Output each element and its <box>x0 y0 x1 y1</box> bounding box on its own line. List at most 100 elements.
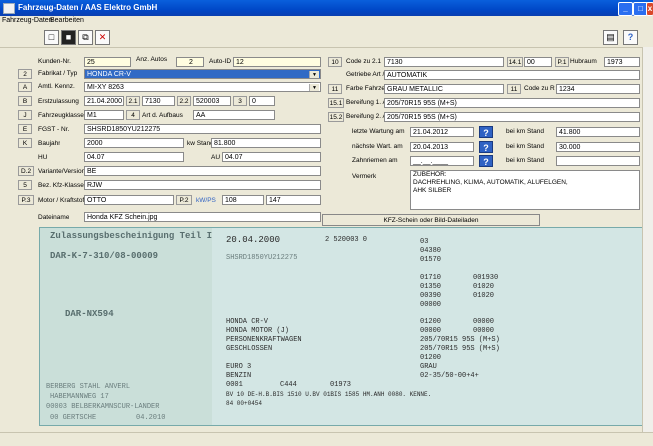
code-field[interactable]: 7130 <box>384 57 504 67</box>
dateiname-label: Dateiname <box>38 214 70 221</box>
field-number-k: K <box>18 138 32 148</box>
wartung-km-field[interactable]: 41.800 <box>556 127 640 137</box>
scan-model4: GESCHLOSSEN <box>226 345 273 353</box>
getriebe-field[interactable]: AUTOMATIK <box>384 70 640 80</box>
zahn-field[interactable]: __.__.____ <box>410 156 474 166</box>
amtl-label: Amtl. Kennz. <box>38 83 75 90</box>
scan-owner3: 00003 BELBERKAMNSCUR-LANDER <box>46 403 160 411</box>
menu-fahrzeug-daten[interactable]: Fahrzeug-Daten <box>2 17 53 24</box>
naechste-km-field[interactable]: 30.000 <box>556 142 640 152</box>
field-number-5: 5 <box>18 180 32 190</box>
scan-rc2-1: 01020 <box>473 283 495 291</box>
field-number-2-2: 2.2 <box>177 96 191 106</box>
scan-fuel: BENZIN <box>226 372 252 380</box>
wartung-help-icon[interactable]: ? <box>479 126 493 138</box>
zahn-km-field[interactable] <box>556 156 640 166</box>
scan-rc2-3: 00000 <box>473 318 495 326</box>
vehicle-registration-scan: Zulassungsbescheinigung Teil I DAR-K-7-3… <box>39 227 644 426</box>
naechste-field[interactable]: 20.04.2013 <box>410 142 474 152</box>
kwps-label: kW/PS <box>196 197 216 204</box>
variante-field[interactable]: BE <box>84 166 321 176</box>
chevron-down-icon[interactable]: ▼ <box>309 84 319 91</box>
scan-stamp: 04.2010 <box>136 414 166 422</box>
scan-ident: DAR-K-7-310/08-00009 <box>50 251 159 261</box>
minimize-button[interactable]: _ <box>618 2 633 16</box>
scan-model1: HONDA CR-V <box>226 318 269 326</box>
fgst-field[interactable]: SHSRD1850YU212275 <box>84 124 321 134</box>
help-icon[interactable]: ? <box>623 30 638 45</box>
scan-plate: DAR-NX594 <box>65 309 114 319</box>
menu-bearbeiten[interactable]: Bearbeiten <box>50 17 84 24</box>
baujahr-label: Baujahr <box>38 140 61 147</box>
zahn-help-icon[interactable]: ? <box>479 155 493 167</box>
print-icon[interactable]: ▤ <box>603 30 618 45</box>
hubraum-label: Hubraum <box>570 58 597 65</box>
scan-date: 20.04.2000 <box>226 235 281 245</box>
anz-autos-label: Anz. Autos <box>136 56 168 63</box>
code-a-label: Code zu R <box>524 85 555 92</box>
auto-id-field[interactable]: 12 <box>233 57 321 67</box>
motor-label: Motor / Kraftstoff <box>38 197 86 204</box>
au-field[interactable]: 04.07 <box>222 152 321 162</box>
wartung-km-label: bei km Stand <box>506 128 544 135</box>
field-number-3: 3 <box>233 96 247 106</box>
dateiname-field[interactable]: Honda KFZ Schein.jpg <box>84 212 321 222</box>
bez-field[interactable]: RJW <box>84 180 321 190</box>
hubraum-field[interactable]: 1973 <box>604 57 640 67</box>
wartung-field[interactable]: 21.04.2012 <box>410 127 474 137</box>
art-field[interactable]: AA <box>193 110 275 120</box>
close-button[interactable]: x <box>646 2 653 16</box>
vermerk-label: Vermerk <box>352 173 377 180</box>
scan-rc2-4: 00000 <box>473 327 495 335</box>
erstzul-field[interactable]: 21.04.2000 <box>84 96 124 106</box>
scan-euro: EURO 3 <box>226 363 252 371</box>
field-2-1[interactable]: 7130 <box>142 96 175 106</box>
motor-field[interactable]: OTTO <box>84 195 174 205</box>
amtl-select[interactable]: MI-XY 8263 ▼ <box>84 82 321 92</box>
scan-notes: BV 10 DE-H.B.BIS 1510 U.BV 01BIS 1585 HM… <box>226 391 432 398</box>
bereifung-v-field[interactable]: 205/70R15 95S (M+S) <box>384 98 640 108</box>
kw-field[interactable]: 108 <box>222 195 264 205</box>
window-title: Fahrzeug-Daten / AAS Elektro GmbH <box>18 3 158 12</box>
scan-rc-8: 00000 <box>420 327 442 335</box>
kw-stand-field[interactable]: 81.800 <box>211 138 321 148</box>
field-14-1[interactable]: 00 <box>524 57 552 67</box>
new-document-icon[interactable]: □ <box>44 30 59 45</box>
field-number-p2: P.2 <box>176 195 192 205</box>
scan-tyre2: 205/70R15 95S (M+S) <box>420 345 500 353</box>
hu-field[interactable]: 04.07 <box>84 152 184 162</box>
scan-owner1: BERBERG STAHL ANVERL <box>46 383 131 391</box>
scan-heading: Zulassungsbescheinigung Teil I <box>50 231 213 241</box>
kfz-schein-laden-button[interactable]: KFZ-Schein oder Bild-Dateiladen <box>322 214 540 226</box>
scan-model3: PERSONENKRAFTWAGEN <box>226 336 302 344</box>
anz-autos-field[interactable]: 2 <box>176 57 204 67</box>
code-a-field[interactable]: 1234 <box>556 84 640 94</box>
farbe-field[interactable]: GRAU METALLIC <box>384 84 504 94</box>
vermerk-textarea[interactable]: ZUBEHÖR: DACHREHLING, KLIMA, AUTOMATIK, … <box>410 170 640 210</box>
copy-icon[interactable]: ⧉ <box>78 30 93 45</box>
vertical-scrollbar[interactable] <box>642 47 653 432</box>
ps-field[interactable]: 147 <box>266 195 321 205</box>
scan-color: GRAU <box>420 363 437 371</box>
scan-r3: 01973 <box>330 381 352 389</box>
fzklasse-field[interactable]: M1 <box>84 110 124 120</box>
variante-label: Variante/Version <box>38 168 86 175</box>
scan-rc-0: 03 <box>420 238 429 246</box>
save-icon[interactable]: ■ <box>61 30 76 45</box>
toolbar: □ ■ ⧉ ✕ ▤ ? <box>0 27 653 48</box>
naechste-help-icon[interactable]: ? <box>479 141 493 153</box>
field-2-2[interactable]: 520003 <box>193 96 231 106</box>
chevron-down-icon[interactable]: ▼ <box>309 71 319 78</box>
fabrikat-value: HONDA CR-V <box>87 71 131 78</box>
field-number-e: E <box>18 124 32 134</box>
scan-rc-4: 01350 <box>420 283 442 291</box>
baujahr-field[interactable]: 2000 <box>84 138 184 148</box>
delete-icon[interactable]: ✕ <box>95 30 110 45</box>
amtl-value: MI-XY 8263 <box>87 84 124 91</box>
kw-stand-label: kw Stand <box>187 140 214 147</box>
kundennr-field[interactable]: 25 <box>84 57 131 67</box>
field-3[interactable]: 0 <box>249 96 275 106</box>
scan-notes2: 84 00+0454 <box>226 400 263 407</box>
fabrikat-select[interactable]: HONDA CR-V ▼ <box>84 69 321 79</box>
bereifung-h-field[interactable]: 205/70R15 95S (M+S) <box>384 112 640 122</box>
